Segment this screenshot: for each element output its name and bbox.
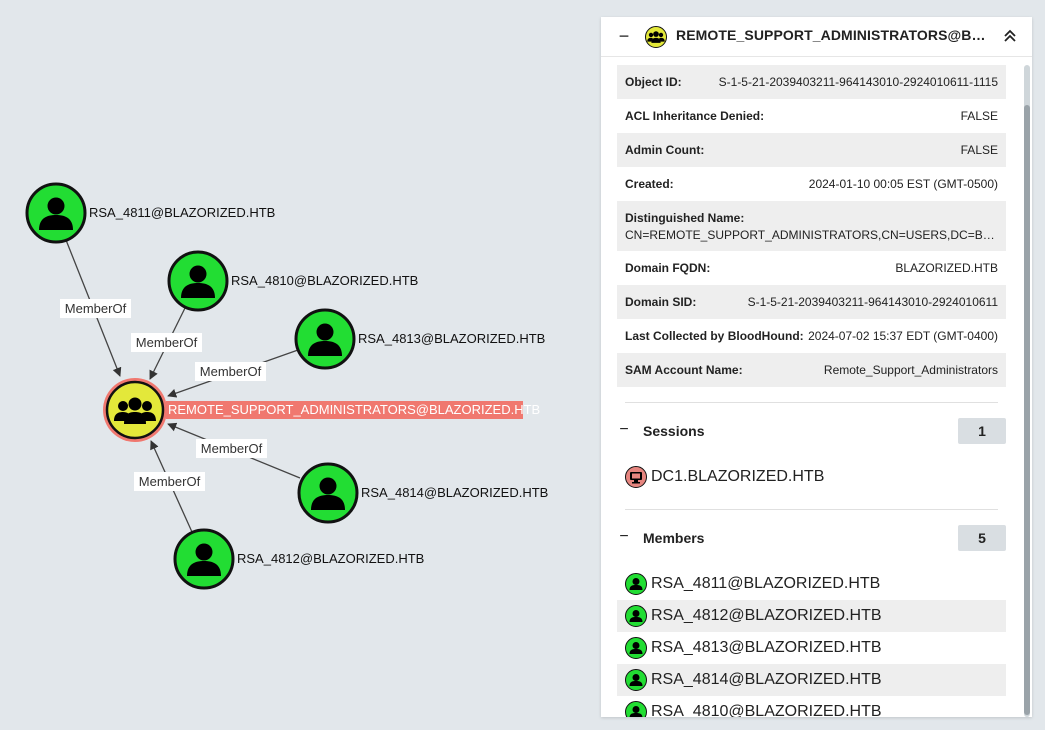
divider <box>625 402 998 403</box>
property-key: Created: <box>625 177 674 191</box>
property-row: Domain SID: S-1-5-21-2039403211-96414301… <box>617 285 1006 319</box>
member-item[interactable]: RSA_4813@BLAZORIZED.HTB <box>617 632 1006 664</box>
property-key: Object ID: <box>625 75 682 89</box>
property-key: Distinguished Name: <box>625 211 745 225</box>
edge-label: MemberOf <box>136 335 198 350</box>
property-value: BLAZORIZED.HTB <box>895 261 998 275</box>
property-row: ACL Inheritance Denied: FALSE <box>617 99 1006 133</box>
divider <box>625 509 998 510</box>
section-title: Members <box>643 530 705 546</box>
node-label: RSA_4810@BLAZORIZED.HTB <box>231 273 418 288</box>
section-title: Sessions <box>643 423 705 439</box>
node-label: RSA_4811@BLAZORIZED.HTB <box>89 205 275 220</box>
node-rsa4810[interactable]: RSA_4810@BLAZORIZED.HTB <box>167 250 418 312</box>
scrollbar-thumb[interactable] <box>1024 105 1030 715</box>
node-label: RSA_4813@BLAZORIZED.HTB <box>358 331 545 346</box>
edge-label: MemberOf <box>139 474 201 489</box>
user-icon <box>625 669 647 691</box>
property-row: Created: 2024-01-10 00:05 EST (GMT-0500) <box>617 167 1006 201</box>
property-value: Remote_Support_Administrators <box>823 363 998 377</box>
member-item[interactable]: RSA_4811@BLAZORIZED.HTB <box>617 568 1006 600</box>
property-row: Domain FQDN: BLAZORIZED.HTB <box>617 251 1006 285</box>
members-section-header[interactable]: − Members 5 <box>617 525 1006 551</box>
edge-labels: MemberOf MemberOf MemberOf MemberOf Memb… <box>60 299 267 491</box>
collapse-section-icon[interactable]: − <box>619 528 629 545</box>
property-value: S-1-5-21-2039403211-964143010-2924010611 <box>747 295 998 309</box>
chevron-double-up-icon[interactable] <box>999 25 1021 47</box>
node-rsa4814[interactable]: RSA_4814@BLAZORIZED.HTB <box>297 462 548 524</box>
member-item[interactable]: RSA_4810@BLAZORIZED.HTB <box>617 696 1006 717</box>
node-label: RSA_4812@BLAZORIZED.HTB <box>237 551 424 566</box>
object-properties: Object ID: S-1-5-21-2039403211-964143010… <box>617 65 1006 387</box>
property-value: 2024-01-10 00:05 EST (GMT-0500) <box>808 177 998 191</box>
property-value: FALSE <box>960 109 998 123</box>
property-value: S-1-5-21-2039403211-964143010-2924010611… <box>718 75 998 89</box>
property-value: CN=REMOTE_SUPPORT_ADMINISTRATORS,CN=USER… <box>625 228 998 242</box>
property-row: Distinguished Name: CN=REMOTE_SUPPORT_AD… <box>617 201 1006 251</box>
user-icon <box>625 573 647 595</box>
edge-label: MemberOf <box>65 301 127 316</box>
node-rsa4813[interactable]: RSA_4813@BLAZORIZED.HTB <box>294 308 545 370</box>
session-label: DC1.BLAZORIZED.HTB <box>651 468 825 485</box>
user-icon <box>625 637 647 659</box>
panel-scrollbar[interactable] <box>1024 65 1030 717</box>
property-key: SAM Account Name: <box>625 363 743 377</box>
member-label: RSA_4810@BLAZORIZED.HTB <box>651 703 882 717</box>
property-row: SAM Account Name: Remote_Support_Adminis… <box>617 353 1006 387</box>
property-key: Domain SID: <box>625 295 697 309</box>
node-remote-support-administrators[interactable]: REMOTE_SUPPORT_ADMINISTRATORS@BLAZORIZED… <box>103 378 540 442</box>
property-value: 2024-07-02 15:37 EDT (GMT-0400) <box>808 329 998 343</box>
member-label: RSA_4814@BLAZORIZED.HTB <box>651 671 882 688</box>
node-rsa4812[interactable]: RSA_4812@BLAZORIZED.HTB <box>173 528 424 590</box>
property-key: ACL Inheritance Denied: <box>625 109 765 123</box>
property-row: Admin Count: FALSE <box>617 133 1006 167</box>
collapse-section-icon[interactable]: − <box>619 421 629 438</box>
panel-header: − REMOTE_SUPPORT_ADMINISTRATORS@BLAZORIZ… <box>601 17 1032 57</box>
edge-label: MemberOf <box>201 441 263 456</box>
property-key: Last Collected by BloodHound: <box>625 329 804 343</box>
property-key: Domain FQDN: <box>625 261 711 275</box>
member-label: RSA_4813@BLAZORIZED.HTB <box>651 639 882 656</box>
property-row: Last Collected by BloodHound: 2024-07-02… <box>617 319 1006 353</box>
members-count-badge: 5 <box>958 525 1006 551</box>
property-row: Object ID: S-1-5-21-2039403211-964143010… <box>617 65 1006 99</box>
graph-canvas[interactable]: MemberOf MemberOf MemberOf MemberOf Memb… <box>0 0 600 730</box>
user-icon <box>625 701 647 717</box>
panel-title: REMOTE_SUPPORT_ADMINISTRATORS@BLAZORIZED… <box>676 27 991 43</box>
property-key: Admin Count: <box>625 143 705 157</box>
property-value: FALSE <box>960 143 998 157</box>
group-icon <box>645 26 667 48</box>
sessions-section-header[interactable]: − Sessions 1 <box>617 418 1006 444</box>
edge-label: MemberOf <box>200 364 262 379</box>
user-icon <box>625 605 647 627</box>
session-item[interactable]: DC1.BLAZORIZED.HTB <box>617 461 1006 493</box>
center-node-label: REMOTE_SUPPORT_ADMINISTRATORS@BLAZORIZED… <box>168 402 540 417</box>
collapse-panel-icon[interactable]: − <box>617 25 631 47</box>
member-item[interactable]: RSA_4814@BLAZORIZED.HTB <box>617 664 1006 696</box>
member-label: RSA_4812@BLAZORIZED.HTB <box>651 607 882 624</box>
computer-icon <box>625 466 647 488</box>
node-rsa4811[interactable]: RSA_4811@BLAZORIZED.HTB <box>25 182 275 244</box>
member-label: RSA_4811@BLAZORIZED.HTB <box>651 575 881 592</box>
member-item[interactable]: RSA_4812@BLAZORIZED.HTB <box>617 600 1006 632</box>
entity-info-panel: − REMOTE_SUPPORT_ADMINISTRATORS@BLAZORIZ… <box>601 17 1032 717</box>
sessions-count-badge: 1 <box>958 418 1006 444</box>
node-label: RSA_4814@BLAZORIZED.HTB <box>361 485 548 500</box>
